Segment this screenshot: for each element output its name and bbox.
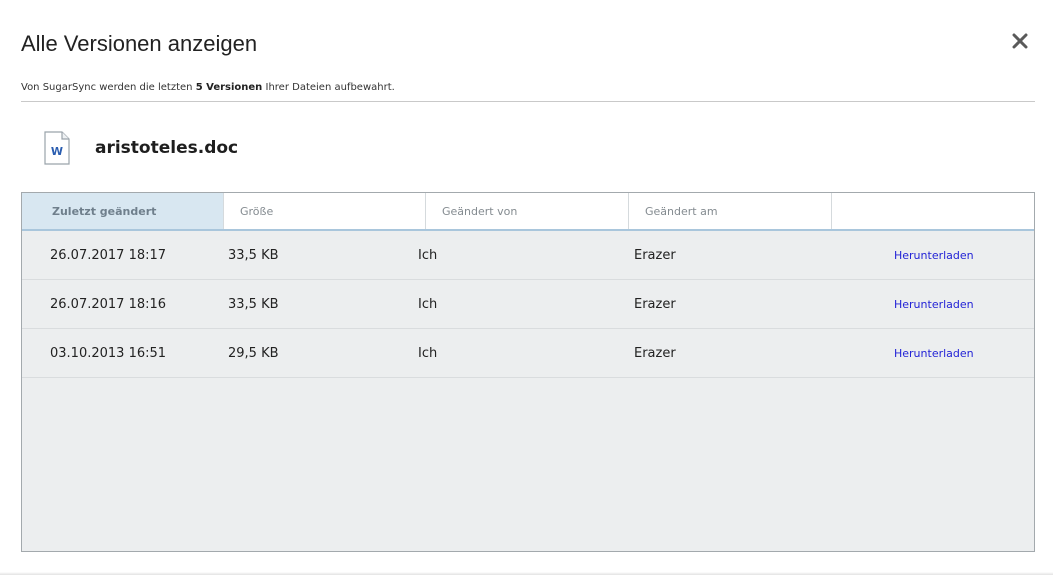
cell-changed-by: Ich	[418, 345, 438, 361]
column-header-action	[832, 193, 1034, 229]
subtitle-prefix: Von SugarSync werden die letzten	[21, 82, 196, 93]
cell-changed-by: Ich	[418, 247, 438, 263]
column-header-modified[interactable]: Zuletzt geändert	[22, 193, 224, 229]
table-row: 26.07.2017 18:17 33,5 KB Ich Erazer Heru…	[22, 231, 1034, 280]
close-icon	[1012, 33, 1028, 49]
cell-modified: 26.07.2017 18:16	[50, 296, 167, 312]
cell-size: 33,5 KB	[228, 247, 279, 263]
versions-table: Zuletzt geändert Größe Geändert von Geän…	[21, 192, 1035, 552]
file-header: W aristoteles.doc	[44, 130, 238, 166]
file-name: aristoteles.doc	[95, 138, 239, 158]
column-header-changed-by[interactable]: Geändert von	[426, 193, 629, 229]
cell-changed-by: Ich	[418, 296, 438, 312]
download-link[interactable]: Herunterladen	[894, 347, 974, 360]
cell-size: 29,5 KB	[228, 345, 279, 361]
download-link[interactable]: Herunterladen	[894, 298, 974, 311]
table-row: 26.07.2017 18:16 33,5 KB Ich Erazer Heru…	[22, 280, 1034, 329]
dialog-subtitle: Von SugarSync werden die letzten 5 Versi…	[21, 82, 395, 93]
subtitle-suffix: Ihrer Dateien aufbewahrt.	[262, 82, 395, 93]
cell-changed-on: Erazer	[634, 296, 676, 312]
cell-modified: 26.07.2017 18:17	[50, 247, 167, 263]
dialog-title: Alle Versionen anzeigen	[21, 31, 258, 56]
word-icon-letter: W	[51, 145, 63, 158]
divider	[21, 101, 1035, 102]
subtitle-bold: 5 Versionen	[195, 82, 263, 93]
download-link[interactable]: Herunterladen	[894, 249, 974, 262]
cell-modified: 03.10.2013 16:51	[50, 345, 167, 361]
cell-changed-on: Erazer	[634, 345, 676, 361]
cell-size: 33,5 KB	[228, 296, 279, 312]
column-header-changed-on[interactable]: Geändert am	[629, 193, 832, 229]
cell-changed-on: Erazer	[634, 247, 676, 263]
versions-dialog: Alle Versionen anzeigen Von SugarSync we…	[0, 0, 1053, 575]
table-header: Zuletzt geändert Größe Geändert von Geän…	[22, 193, 1034, 231]
word-document-icon: W	[44, 131, 70, 165]
table-row: 03.10.2013 16:51 29,5 KB Ich Erazer Heru…	[22, 329, 1034, 378]
close-button[interactable]	[1011, 32, 1029, 50]
column-header-size[interactable]: Größe	[224, 193, 426, 229]
